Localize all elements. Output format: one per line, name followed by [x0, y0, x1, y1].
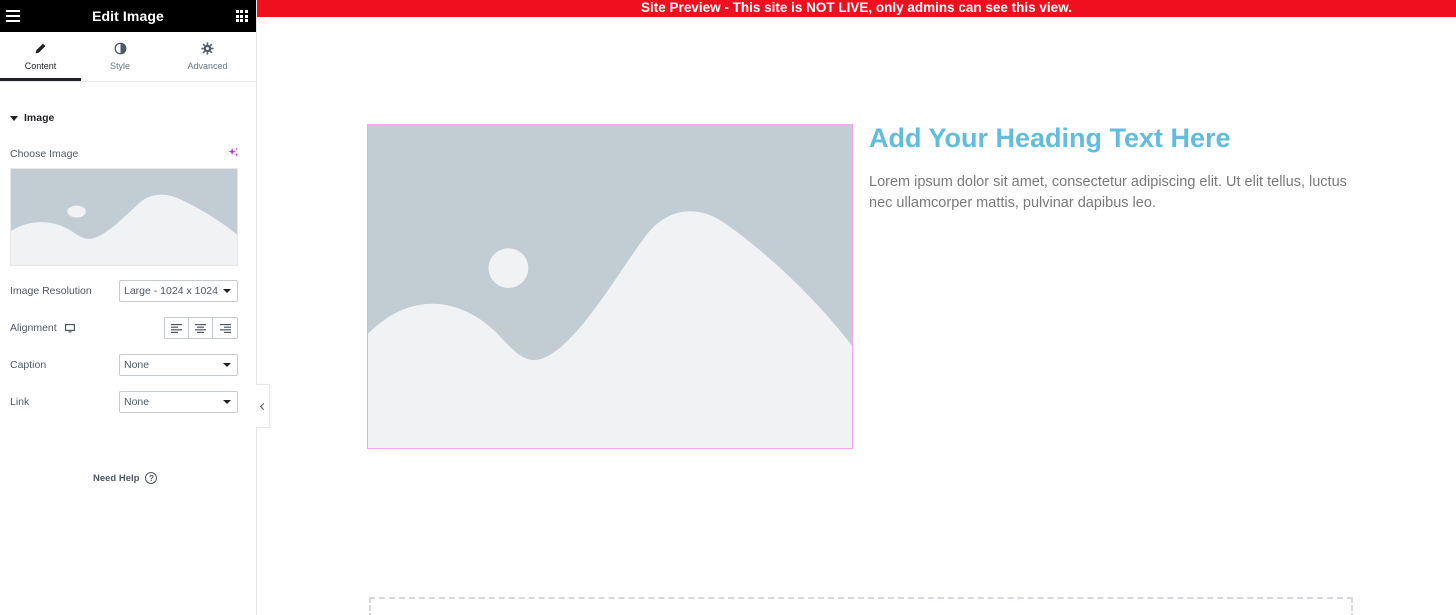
widgets-grid-icon[interactable]: [235, 10, 248, 22]
align-left-icon: [171, 323, 182, 333]
add-section-dropzone[interactable]: [369, 597, 1353, 615]
choose-image-label: Choose Image: [10, 148, 79, 160]
chevron-left-icon: [259, 402, 268, 410]
need-help-label: Need Help: [93, 472, 140, 484]
pencil-icon: [35, 43, 46, 54]
ai-sparkle-icon[interactable]: [228, 147, 239, 158]
align-center-icon: [195, 323, 206, 333]
tab-advanced-label: Advanced: [187, 61, 228, 71]
caption-value: None: [124, 359, 150, 371]
align-left-button[interactable]: [165, 318, 189, 338]
tab-content[interactable]: Content: [0, 32, 81, 81]
section-image-toggle[interactable]: Image: [10, 112, 54, 124]
tab-advanced[interactable]: Advanced: [159, 32, 256, 81]
site-preview-banner: Site Preview - This site is NOT LIVE, on…: [257, 0, 1456, 17]
half-circle-icon: [114, 42, 126, 55]
image-resolution-label: Image Resolution: [10, 285, 92, 297]
caret-down-icon: [10, 115, 18, 121]
alignment-label-group: Alignment: [10, 322, 75, 334]
image-widget[interactable]: [367, 124, 853, 449]
align-right-icon: [219, 323, 231, 333]
need-help-link[interactable]: Need Help ?: [93, 472, 158, 484]
sidebar-title: Edit Image: [92, 8, 164, 24]
caption-control: Caption None: [10, 354, 238, 376]
gear-icon: [201, 42, 214, 55]
editor-sidebar: Edit Image Content Style Advanced Image …: [0, 0, 257, 615]
caption-select[interactable]: None: [119, 354, 238, 376]
tab-content-label: Content: [24, 61, 57, 71]
tab-style-label: Style: [109, 61, 130, 71]
link-value: None: [124, 396, 150, 408]
image-resolution-value: Large - 1024 x 1024: [124, 285, 218, 297]
alignment-control: Alignment: [10, 317, 238, 339]
question-circle-icon: ?: [145, 472, 158, 484]
tab-style[interactable]: Style: [81, 32, 159, 81]
chevron-down-icon: [223, 400, 231, 404]
image-resolution-select[interactable]: Large - 1024 x 1024: [119, 280, 238, 302]
caption-label: Caption: [10, 359, 47, 371]
align-right-button[interactable]: [213, 318, 237, 338]
panel-tabs: Content Style Advanced: [0, 32, 256, 82]
link-control: Link None: [10, 391, 238, 413]
heading-widget[interactable]: Add Your Heading Text Here: [869, 123, 1231, 154]
alignment-label: Alignment: [10, 322, 57, 334]
image-picker-placeholder[interactable]: [10, 168, 238, 266]
link-label: Link: [10, 396, 30, 408]
desktop-monitor-icon[interactable]: [64, 323, 75, 333]
chevron-down-icon: [223, 289, 231, 293]
text-editor-widget[interactable]: Lorem ipsum dolor sit amet, consectetur …: [869, 172, 1349, 214]
collapse-panel-handle[interactable]: [256, 384, 270, 428]
image-resolution-control: Image Resolution Large - 1024 x 1024: [10, 280, 238, 302]
align-center-button[interactable]: [189, 318, 213, 338]
image-placeholder-icon: [11, 169, 237, 265]
link-select[interactable]: None: [119, 391, 238, 413]
chevron-down-icon: [223, 363, 231, 367]
sidebar-header: Edit Image: [0, 0, 256, 32]
menu-icon[interactable]: [6, 10, 20, 22]
section-title: Image: [24, 112, 55, 124]
image-placeholder-icon: [368, 125, 852, 448]
alignment-button-group: [164, 317, 238, 339]
